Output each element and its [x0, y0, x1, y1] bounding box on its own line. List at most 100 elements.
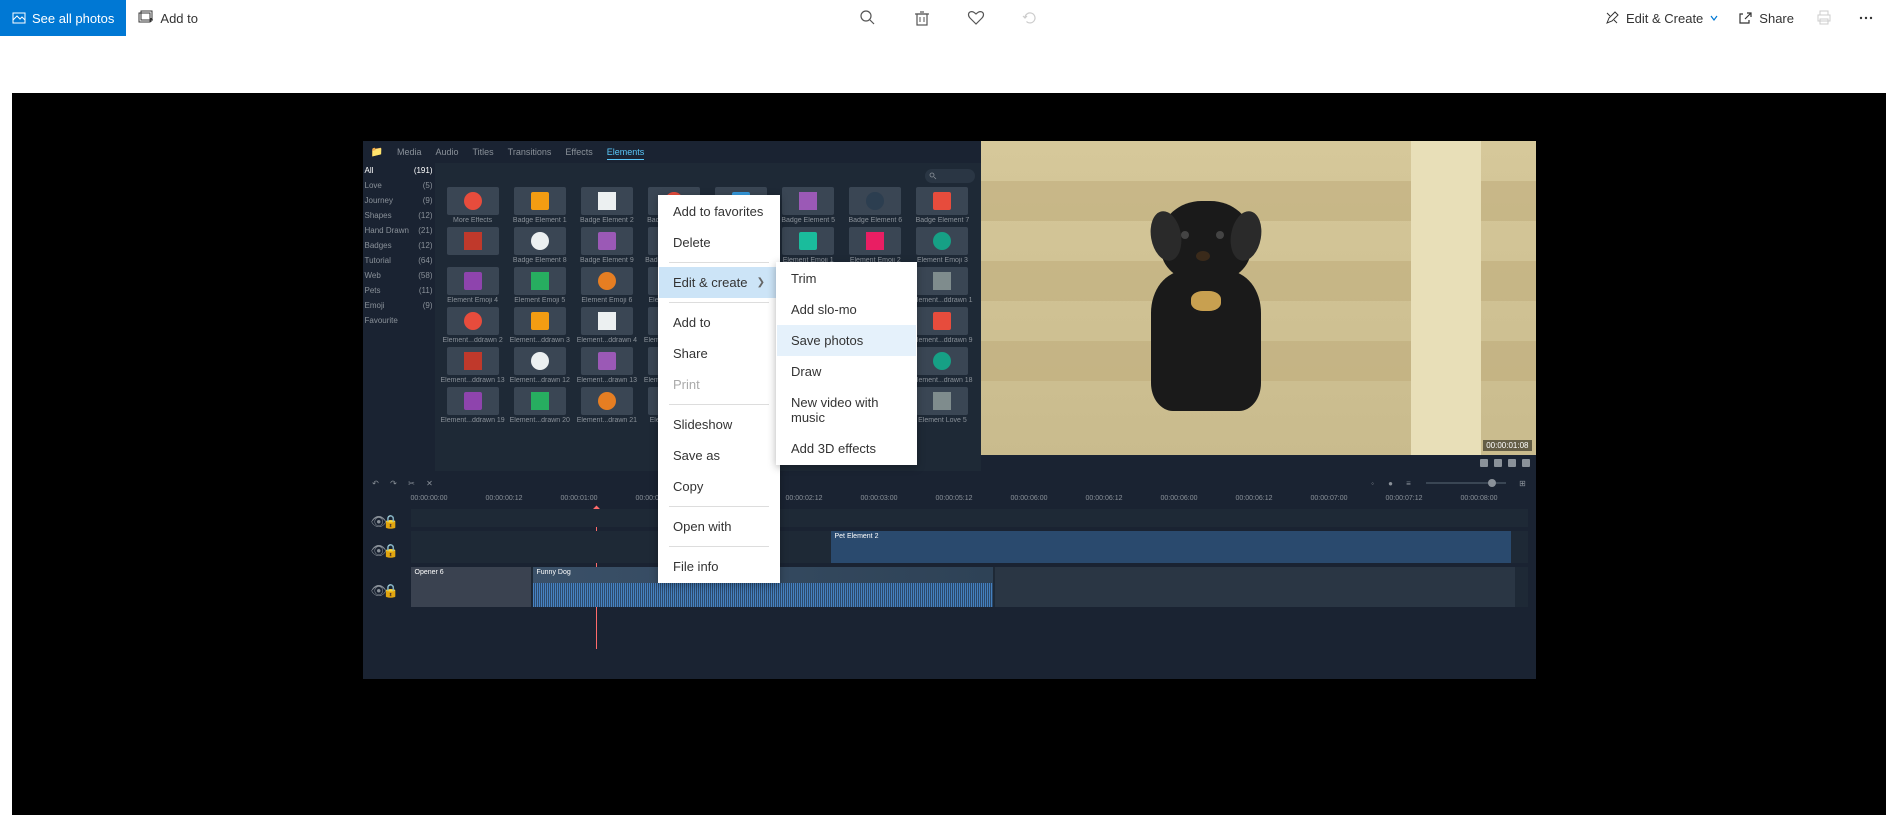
element-item[interactable]: Badge Element 7	[910, 187, 974, 224]
edit-create-icon	[1604, 10, 1620, 26]
tab-effects[interactable]: Effects	[565, 145, 592, 159]
lock-icon[interactable]: 🔒	[383, 514, 391, 522]
preview-fullscreen-icon[interactable]	[1522, 459, 1530, 467]
submenu-new-video[interactable]: New video with music	[777, 387, 916, 433]
preview-snapshot-icon[interactable]	[1480, 459, 1488, 467]
favorite-button[interactable]	[964, 6, 988, 30]
menu-file-info[interactable]: File info	[659, 551, 779, 582]
add-to-button[interactable]: Add to	[126, 0, 210, 36]
eye-icon[interactable]: 👁	[371, 543, 379, 551]
element-item[interactable]: Element...drawn 12	[508, 347, 572, 384]
element-item[interactable]: Element Emoji 2	[843, 227, 907, 264]
preview-loop-icon[interactable]	[1494, 459, 1502, 467]
element-item[interactable]: Element Emoji 3	[910, 227, 974, 264]
zoom-button[interactable]	[856, 6, 880, 30]
preview-quality-icon[interactable]	[1508, 459, 1516, 467]
sidebar-cat-hand-drawn[interactable]: Hand Drawn(21)	[363, 223, 435, 238]
track-overlay: 👁🔒	[371, 509, 1528, 527]
delete-icon[interactable]: ✕	[425, 478, 435, 488]
submenu-trim[interactable]: Trim	[777, 263, 916, 294]
element-item[interactable]: Element Emoji 4	[441, 267, 505, 304]
sidebar-cat-shapes[interactable]: Shapes(12)	[363, 208, 435, 223]
tab-titles[interactable]: Titles	[473, 145, 494, 159]
element-item[interactable]: Element...drawn 18	[910, 347, 974, 384]
photo-viewer: 📁 Media Audio Titles Transitions Effects…	[12, 93, 1886, 815]
sidebar-cat-emoji[interactable]: Emoji(9)	[363, 298, 435, 313]
element-item[interactable]: Element...ddrawn 1	[910, 267, 974, 304]
edit-create-button[interactable]: Edit & Create	[1604, 10, 1719, 26]
preview-video[interactable]: 00:00:01:08	[981, 141, 1536, 455]
sidebar-cat-love[interactable]: Love(5)	[363, 178, 435, 193]
marker-icon[interactable]: ◦	[1368, 478, 1378, 488]
menu-slideshow[interactable]: Slideshow	[659, 409, 779, 440]
sidebar-cat-pets[interactable]: Pets(11)	[363, 283, 435, 298]
element-item[interactable]: Element...ddrawn 3	[508, 307, 572, 344]
tab-audio[interactable]: Audio	[435, 145, 458, 159]
element-item[interactable]: Badge Element 6	[843, 187, 907, 224]
print-button	[1812, 6, 1836, 30]
element-item[interactable]: Element...ddrawn 4	[575, 307, 639, 344]
search-input[interactable]	[925, 169, 975, 183]
zoom-slider[interactable]	[1426, 482, 1506, 484]
element-item[interactable]: Badge Element 2	[575, 187, 639, 224]
tab-elements[interactable]: Elements	[607, 145, 645, 160]
element-item[interactable]: Badge Element 9	[575, 227, 639, 264]
element-item[interactable]: Element...ddrawn 19	[441, 387, 505, 424]
element-item[interactable]: Element Emoji 1	[776, 227, 840, 264]
element-item[interactable]: Badge Element 8	[508, 227, 572, 264]
element-item[interactable]: Element...drawn 21	[575, 387, 639, 424]
eye-icon[interactable]: 👁	[371, 514, 379, 522]
redo-icon[interactable]: ↷	[389, 478, 399, 488]
submenu-draw[interactable]: Draw	[777, 356, 916, 387]
cut-icon[interactable]: ✂	[407, 478, 417, 488]
submenu-add-3d[interactable]: Add 3D effects	[777, 433, 916, 464]
sidebar-cat-favourite[interactable]: Favourite	[363, 313, 435, 328]
menu-share[interactable]: Share	[659, 338, 779, 369]
menu-delete[interactable]: Delete	[659, 227, 779, 258]
lock-icon[interactable]: 🔒	[383, 543, 391, 551]
tab-media[interactable]: Media	[397, 145, 422, 159]
lock-icon[interactable]: 🔒	[383, 583, 391, 591]
element-item[interactable]: Badge Element 5	[776, 187, 840, 224]
menu-add-to[interactable]: Add to	[659, 307, 779, 338]
mixer-icon[interactable]: ≡	[1404, 478, 1414, 488]
sidebar-cat-badges[interactable]: Badges(12)	[363, 238, 435, 253]
undo-icon[interactable]: ↶	[371, 478, 381, 488]
more-button[interactable]	[1854, 6, 1878, 30]
menu-add-to-favorites[interactable]: Add to favorites	[659, 196, 779, 227]
menu-copy[interactable]: Copy	[659, 471, 779, 502]
menu-save-as[interactable]: Save as	[659, 440, 779, 471]
sidebar-cat-web[interactable]: Web(58)	[363, 268, 435, 283]
element-item[interactable]	[441, 227, 505, 264]
element-item[interactable]: Element...drawn 13	[575, 347, 639, 384]
timeline-ruler[interactable]: 00:00:00:0000:00:00:1200:00:01:0000:00:0…	[411, 491, 1528, 505]
fit-icon[interactable]: ⊞	[1518, 478, 1528, 488]
element-item[interactable]: Element Emoji 5	[508, 267, 572, 304]
element-item[interactable]: Badge Element 1	[508, 187, 572, 224]
toolbar-left: See all photos Add to	[0, 0, 210, 36]
element-item[interactable]: Element...ddrawn 9	[910, 307, 974, 344]
clip-pet-element[interactable]: Pet Element 2	[831, 531, 1511, 563]
clip-opener[interactable]: Opener 6	[411, 567, 531, 607]
submenu-add-slomo[interactable]: Add slo-mo	[777, 294, 916, 325]
sidebar-cat-journey[interactable]: Journey(9)	[363, 193, 435, 208]
menu-open-with[interactable]: Open with	[659, 511, 779, 542]
see-all-photos-button[interactable]: See all photos	[0, 0, 126, 36]
element-item[interactable]: Element...ddrawn 2	[441, 307, 505, 344]
submenu-save-photos[interactable]: Save photos	[777, 325, 916, 356]
element-item[interactable]: Element Love 5	[910, 387, 974, 424]
record-icon[interactable]: ●	[1386, 478, 1396, 488]
sidebar-cat-tutorial[interactable]: Tutorial(64)	[363, 253, 435, 268]
eye-icon[interactable]: 👁	[371, 583, 379, 591]
element-item[interactable]: Element...drawn 20	[508, 387, 572, 424]
element-item[interactable]: Element...ddrawn 13	[441, 347, 505, 384]
clip-extra[interactable]	[995, 567, 1515, 607]
share-button[interactable]: Share	[1737, 10, 1794, 26]
element-item[interactable]: Element Emoji 6	[575, 267, 639, 304]
menu-edit-create[interactable]: Edit & create ❯	[659, 267, 779, 298]
delete-button[interactable]	[910, 6, 934, 30]
element-item[interactable]: More Effects	[441, 187, 505, 224]
tab-transitions[interactable]: Transitions	[508, 145, 552, 159]
chevron-right-icon: ❯	[757, 277, 765, 288]
sidebar-cat-all[interactable]: All(191)	[363, 163, 435, 178]
